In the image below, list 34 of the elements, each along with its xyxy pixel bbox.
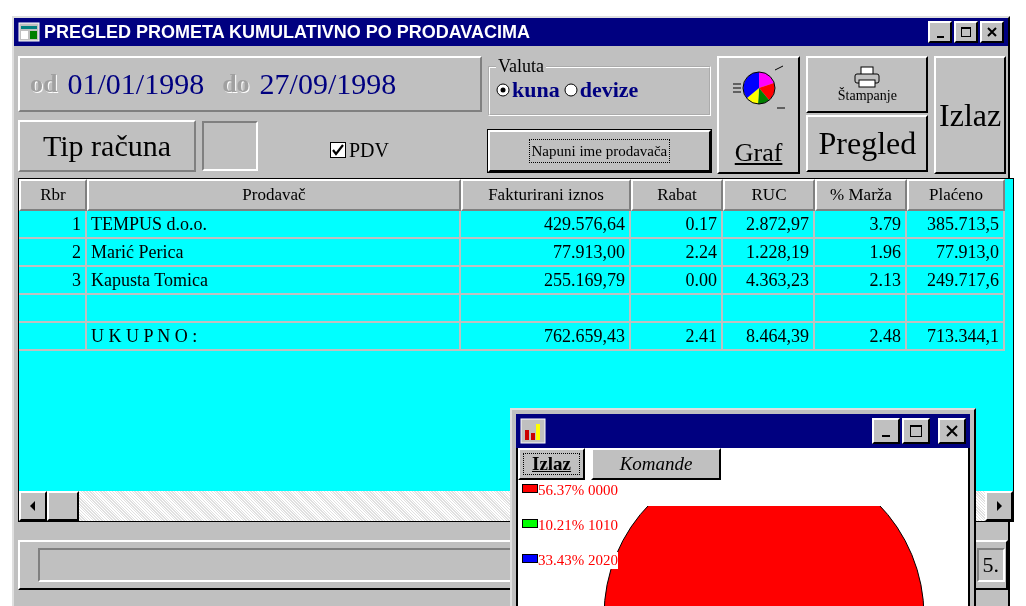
total-cell: 713.344,1 bbox=[907, 323, 1005, 351]
table-cell: 1.228,19 bbox=[723, 239, 815, 267]
table-cell: 255.169,79 bbox=[461, 267, 631, 295]
valuta-label: Valuta bbox=[497, 56, 545, 77]
window-title: PREGLED PROMETA KUMULATIVNO PO PRODAVACIMA bbox=[44, 21, 531, 43]
table-cell: 429.576,64 bbox=[461, 211, 631, 239]
table-cell: Marić Perica bbox=[87, 239, 461, 267]
table-cell: 77.913,00 bbox=[461, 239, 631, 267]
table-cell: 2.872,97 bbox=[723, 211, 815, 239]
table-cell: TEMPUS d.o.o. bbox=[87, 211, 461, 239]
table-cell: 1.96 bbox=[815, 239, 907, 267]
table-cell: 77.913,0 bbox=[907, 239, 1005, 267]
from-label: od bbox=[30, 69, 58, 99]
table-cell: 1 bbox=[19, 211, 87, 239]
table-cell: 2 bbox=[19, 239, 87, 267]
table-cell: 0.00 bbox=[631, 267, 723, 295]
status-text: 5. bbox=[976, 548, 1005, 582]
total-cell: 762.659,43 bbox=[461, 323, 631, 351]
table-cell: 385.713,5 bbox=[907, 211, 1005, 239]
table-cell: Kapusta Tomica bbox=[87, 267, 461, 295]
table-cell: 249.717,6 bbox=[907, 267, 1005, 295]
total-cell: 2.48 bbox=[815, 323, 907, 351]
total-cell: 2.41 bbox=[631, 323, 723, 351]
total-label: U K U P N O : bbox=[87, 323, 461, 351]
table-cell: 3.79 bbox=[815, 211, 907, 239]
legend-text: 33.43% 2020 bbox=[538, 552, 618, 569]
tip-racuna-label: Tip računa bbox=[18, 120, 196, 172]
table-cell: 2.24 bbox=[631, 239, 723, 267]
table-cell: 2.13 bbox=[815, 267, 907, 295]
table-cell: 4.363,23 bbox=[723, 267, 815, 295]
table-cell: 3 bbox=[19, 267, 87, 295]
to-label: do bbox=[222, 69, 250, 99]
total-cell: 8.464,39 bbox=[723, 323, 815, 351]
table-cell: 0.17 bbox=[631, 211, 723, 239]
